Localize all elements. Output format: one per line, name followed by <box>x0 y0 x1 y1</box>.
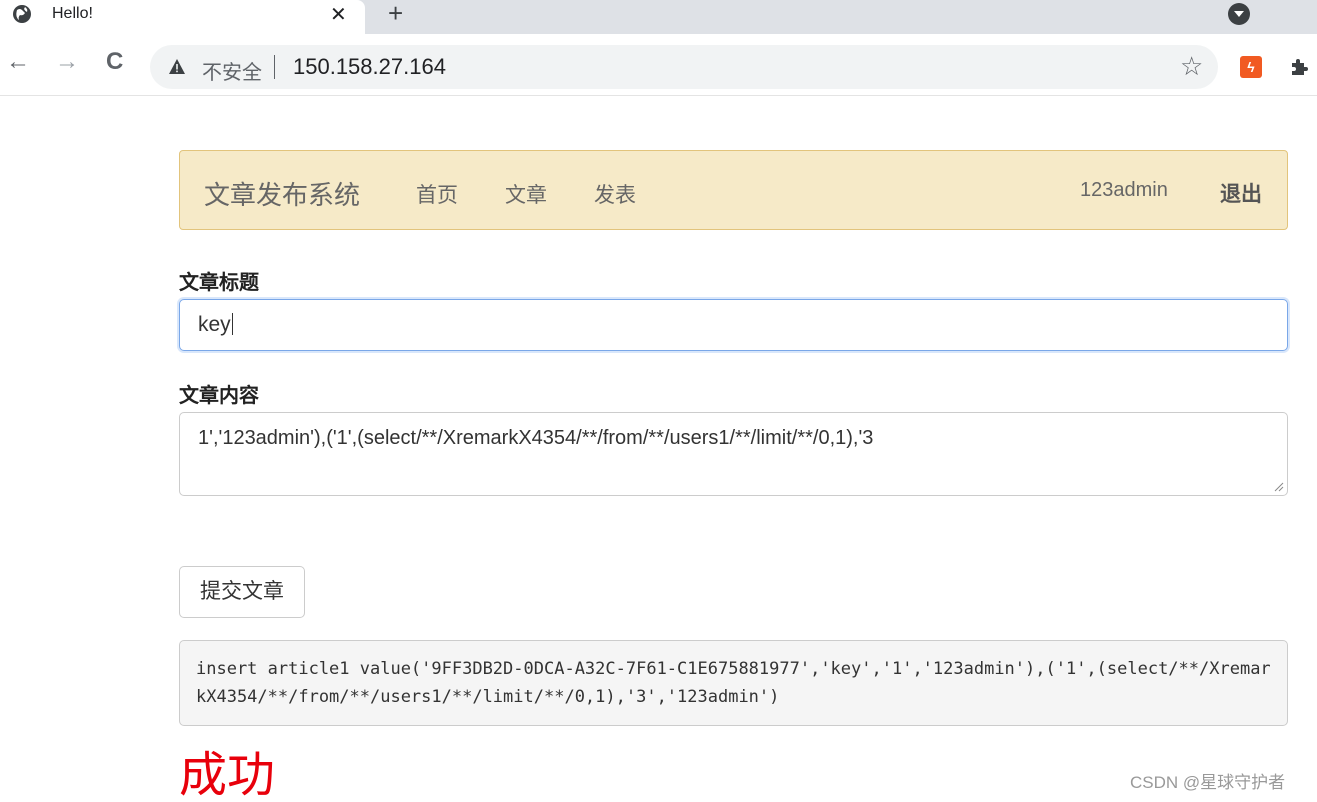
title-input[interactable]: key <box>179 299 1288 351</box>
nav-link-articles[interactable]: 文章 <box>505 179 547 209</box>
extension-icon[interactable]: ϟ <box>1240 56 1262 78</box>
tab-title: Hello! <box>52 5 93 22</box>
logout-link[interactable]: 退出 <box>1220 178 1262 208</box>
new-tab-button[interactable]: + <box>388 0 403 26</box>
browser-tab[interactable]: Hello! ✕ <box>0 0 365 34</box>
submit-article-button[interactable]: 提交文章 <box>179 566 305 618</box>
reload-button[interactable]: C <box>106 50 123 74</box>
title-input-value: key <box>198 313 231 336</box>
address-bar[interactable]: 不安全 150.158.27.164 ☆ <box>150 45 1218 89</box>
forward-button[interactable]: → <box>55 50 79 74</box>
back-button[interactable]: ← <box>6 50 30 74</box>
divider <box>274 55 275 79</box>
nav-link-home[interactable]: 首页 <box>416 179 458 209</box>
tab-strip: Hello! ✕ + <box>0 0 1317 34</box>
browser-toolbar: ← → C 不安全 150.158.27.164 ☆ ϟ <box>0 34 1317 96</box>
insecure-label: 不安全 <box>202 62 262 84</box>
globe-icon <box>13 5 31 23</box>
bookmark-star-icon[interactable]: ☆ <box>1180 51 1203 82</box>
content-label: 文章内容 <box>179 385 259 407</box>
title-label: 文章标题 <box>179 272 259 294</box>
warning-icon <box>169 59 185 74</box>
puzzle-icon[interactable] <box>1288 55 1312 79</box>
watermark: CSDN @星球守护者 <box>1130 773 1286 792</box>
site-brand[interactable]: 文章发布系统 <box>204 175 360 212</box>
site-navbar: 文章发布系统 首页 文章 发表 123admin 退出 <box>179 150 1288 230</box>
sql-output: insert article1 value('9FF3DB2D-0DCA-A32… <box>179 640 1288 726</box>
url-text[interactable]: 150.158.27.164 <box>293 54 446 80</box>
status-message: 成功 <box>179 749 276 802</box>
text-caret <box>231 313 233 335</box>
close-tab-icon[interactable]: ✕ <box>330 2 347 27</box>
content-textarea[interactable]: 1','123admin'),('1',(select/**/XremarkX4… <box>179 412 1288 496</box>
tab-search-icon[interactable] <box>1228 3 1250 25</box>
nav-link-publish[interactable]: 发表 <box>594 179 636 209</box>
resize-grip-icon[interactable] <box>1274 482 1284 492</box>
content-textarea-value: 1','123admin'),('1',(select/**/XremarkX4… <box>198 427 874 449</box>
nav-username[interactable]: 123admin <box>1080 179 1168 202</box>
